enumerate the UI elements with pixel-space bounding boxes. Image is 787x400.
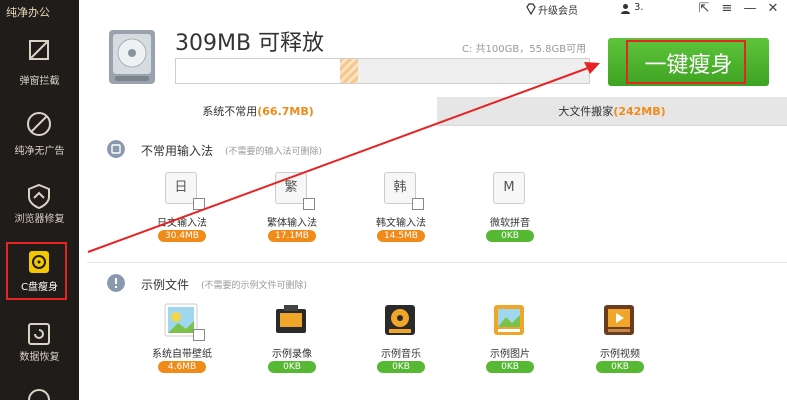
item-size-badge: 0KB	[486, 230, 534, 242]
list-item[interactable]: 示例音乐 0KB	[346, 303, 456, 389]
close-button[interactable]: ✕	[766, 2, 780, 16]
menu-button[interactable]: ≡	[720, 2, 734, 16]
app-title: 纯净办公	[6, 6, 50, 19]
item-checkbox[interactable]	[412, 198, 424, 210]
item-label: 微软拼音	[490, 218, 530, 229]
item-label: 示例音乐	[381, 349, 421, 360]
tab-label: 大文件搬家	[558, 105, 614, 118]
user-icon	[621, 4, 630, 14]
sample-video-recording-icon	[276, 305, 306, 333]
sidebar-item-data-recovery[interactable]: 数据恢复	[0, 314, 79, 382]
user-name[interactable]: 3.	[634, 2, 644, 13]
shield-home-icon	[28, 183, 50, 210]
tab-size: (66.7MB)	[257, 105, 314, 118]
diamond-icon	[526, 3, 536, 15]
hard-drive-icon	[109, 30, 155, 84]
sidebar-item-label: 纯净无广告	[14, 146, 65, 157]
item-label: 韩文输入法	[376, 218, 426, 229]
sample-music-icon	[385, 305, 415, 335]
sidebar-item-no-ads[interactable]: 纯净无广告	[0, 104, 79, 172]
tab-large-files[interactable]: 大文件搬家(242MB)	[437, 97, 787, 126]
list-item[interactable]: 繁 繁体输入法 17.1MB	[237, 172, 347, 258]
sample-video-icon	[604, 305, 634, 335]
section-hint: (不需要的输入法可删除)	[225, 147, 323, 157]
tab-size: (242MB)	[613, 105, 666, 118]
popup-block-icon	[29, 40, 49, 60]
item-checkbox[interactable]	[303, 198, 315, 210]
microsoft-pinyin-icon: M	[493, 172, 525, 204]
item-size-badge: 0KB	[268, 361, 316, 373]
section-divider	[87, 262, 787, 263]
section-title: 示例文件	[141, 278, 190, 292]
list-item[interactable]: 示例图片 0KB	[455, 303, 565, 389]
tab-bar: 系统不常用(66.7MB) 大文件搬家(242MB)	[79, 97, 787, 126]
item-label: 系统自带壁纸	[152, 349, 212, 360]
section-title: 不常用输入法	[141, 144, 214, 158]
sidebar-item-label: 数据恢复	[19, 352, 60, 363]
tab-system-unused[interactable]: 系统不常用(66.7MB)	[79, 97, 437, 126]
item-size-badge: 14.5MB	[377, 230, 425, 242]
sample-picture-icon	[494, 305, 524, 335]
item-checkbox[interactable]	[193, 198, 205, 210]
ad-block-icon	[27, 112, 51, 136]
list-item[interactable]: 系统自带壁纸 4.6MB	[127, 303, 237, 389]
item-label: 日文输入法	[157, 218, 207, 229]
sidebar-item-label: 弹窗拦截	[19, 76, 60, 87]
item-label: 示例图片	[490, 349, 530, 360]
list-item[interactable]: 示例录像 0KB	[237, 303, 347, 389]
item-size-badge: 17.1MB	[268, 230, 316, 242]
upgrade-vip-link[interactable]: 升级会员	[538, 2, 578, 17]
item-label: 繁体输入法	[267, 218, 317, 229]
releasable-size: 309MB 可释放	[175, 31, 325, 56]
keyboard-section-icon	[107, 140, 125, 158]
more-icon[interactable]	[27, 386, 51, 400]
disk-info: C: 共100GB，55.8GB可用	[462, 44, 587, 55]
item-checkbox[interactable]	[193, 329, 205, 341]
item-size-badge: 0KB	[377, 361, 425, 373]
item-label: 示例录像	[272, 349, 312, 360]
sidebar-item-browser-repair[interactable]: 浏览器修复	[0, 176, 79, 244]
disk-progress-bar	[175, 58, 590, 84]
section-hint: (不需要的示例文件可删除)	[201, 281, 308, 291]
sidebar: 纯净办公 弹窗拦截 纯净无广告 浏览器修复 C盘瘦身 数据恢复	[0, 0, 79, 400]
list-item[interactable]: M 微软拼音 0KB	[455, 172, 565, 258]
recovery-icon	[28, 323, 50, 345]
list-item[interactable]: 韩 韩文输入法 14.5MB	[346, 172, 456, 258]
active-item-highlight	[6, 242, 67, 300]
item-label: 示例视频	[600, 349, 640, 360]
pin-button[interactable]: ⇱	[697, 2, 711, 16]
slim-button-highlight	[626, 40, 746, 84]
item-size-badge: 0KB	[486, 361, 534, 373]
list-item[interactable]: 日 日文输入法 30.4MB	[127, 172, 237, 258]
minimize-button[interactable]: —	[743, 2, 757, 16]
item-size-badge: 4.6MB	[158, 361, 206, 373]
releasable-fill	[339, 59, 359, 83]
sidebar-item-popup-block[interactable]: 弹窗拦截	[0, 30, 79, 98]
info-section-icon	[107, 274, 125, 292]
item-size-badge: 0KB	[596, 361, 644, 373]
item-size-badge: 30.4MB	[158, 230, 206, 242]
list-item[interactable]: 示例视频 0KB	[565, 303, 675, 389]
app-title-bar: 纯净办公	[0, 0, 79, 22]
tab-label: 系统不常用	[202, 105, 258, 118]
sidebar-item-label: 浏览器修复	[14, 214, 65, 225]
disk-used-fill	[176, 59, 340, 83]
